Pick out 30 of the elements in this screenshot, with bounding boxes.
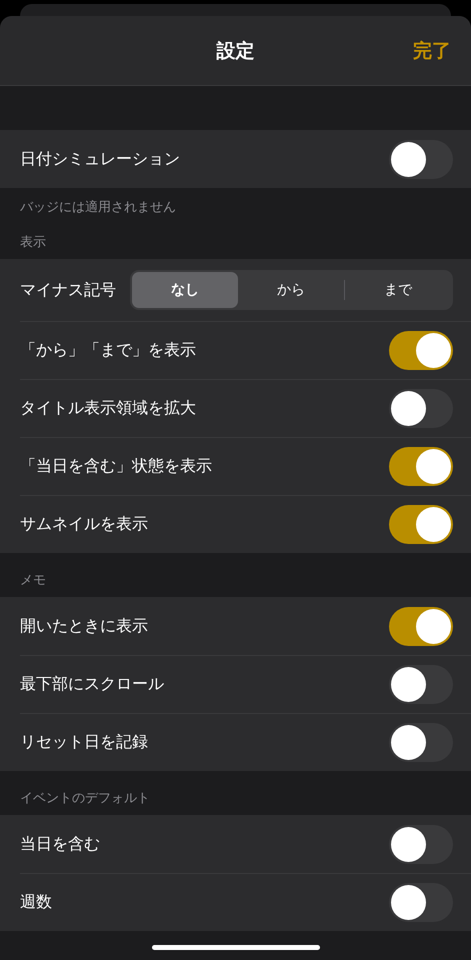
- section-header: イベントのデフォルト: [20, 790, 150, 807]
- setting-label: 「から」「まで」を表示: [20, 340, 197, 360]
- setting-label: 開いたときに表示: [20, 616, 149, 636]
- toggle-switch[interactable]: [389, 388, 453, 428]
- setting-label: タイトル表示領域を拡大: [20, 398, 197, 418]
- done-button[interactable]: 完了: [413, 38, 451, 64]
- toggle-switch[interactable]: [389, 882, 453, 922]
- toggle-switch[interactable]: [389, 722, 453, 762]
- toggle-switch[interactable]: [389, 606, 453, 646]
- section-header: メモ: [20, 572, 46, 589]
- toggle-switch[interactable]: [389, 664, 453, 704]
- toggle-switch[interactable]: [389, 824, 453, 864]
- setting-label: マイナス記号: [20, 280, 116, 300]
- toggle-switch[interactable]: [389, 504, 453, 544]
- toggle-switch[interactable]: [389, 446, 453, 486]
- setting-label: 最下部にスクロール: [20, 674, 165, 694]
- segment-option[interactable]: まで: [345, 272, 451, 308]
- segment-option[interactable]: なし: [132, 272, 238, 308]
- toggle-switch[interactable]: [389, 330, 453, 370]
- setting-label: 当日を含む: [20, 834, 101, 854]
- setting-label: 「当日を含む」状態を表示: [20, 456, 213, 476]
- section-footer: バッジには適用されません: [20, 200, 176, 215]
- setting-label: リセット日を記録: [20, 732, 149, 752]
- toggle-switch[interactable]: [389, 140, 453, 178]
- section-header: 表示: [20, 234, 46, 251]
- segment-option[interactable]: から: [238, 272, 344, 308]
- setting-label: 週数: [20, 892, 53, 912]
- setting-label: サムネイルを表示: [20, 514, 149, 534]
- setting-label: 日付シミュレーション: [20, 148, 181, 170]
- screen-title: 設定: [216, 38, 254, 64]
